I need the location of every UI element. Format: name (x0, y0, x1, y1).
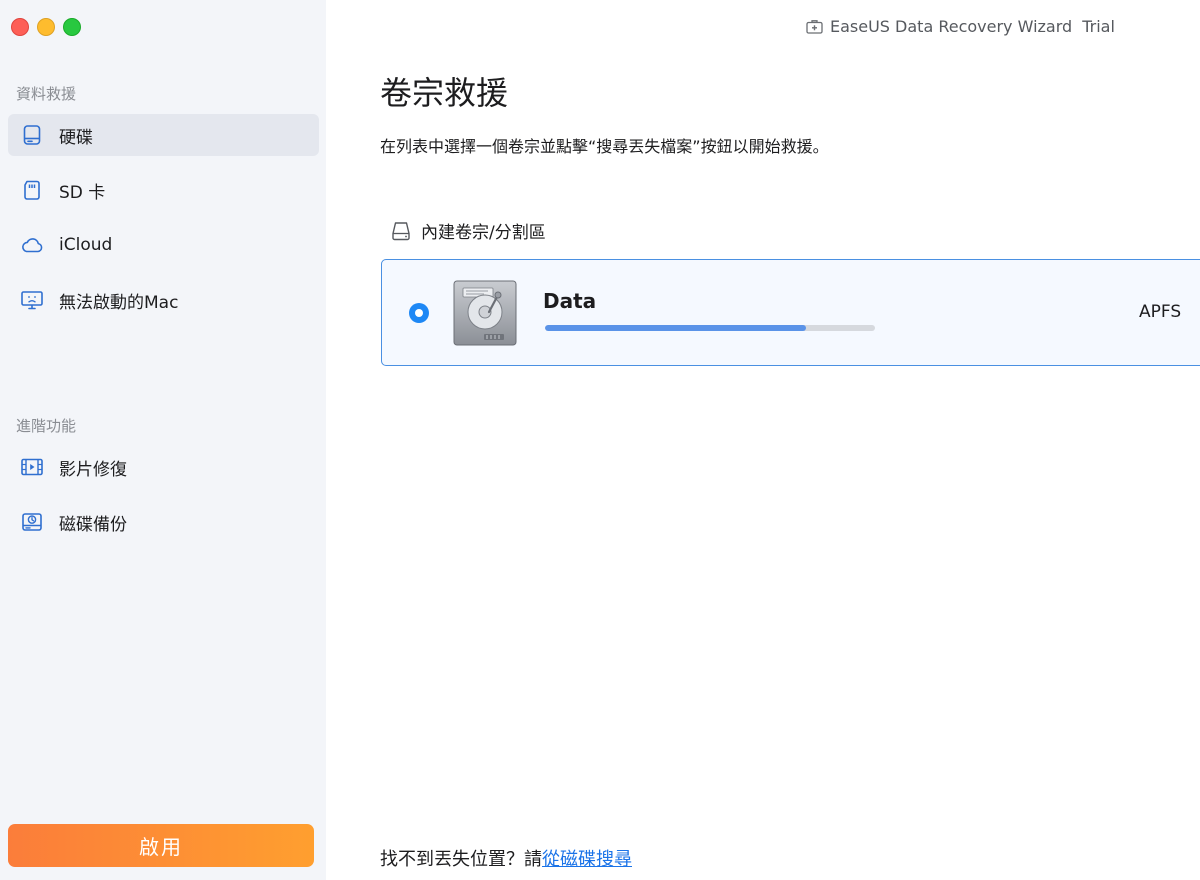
sidebar-item-video-repair[interactable]: 影片修復 (8, 446, 319, 488)
edition-label: Trial (1082, 17, 1115, 36)
close-window-button[interactable] (11, 18, 29, 36)
page-subtitle: 在列表中選擇一個卷宗並點擊“搜尋丟失檔案”按鈕以開始救援。 (380, 137, 829, 156)
sd-card-icon (20, 178, 44, 202)
first-aid-kit-icon (806, 19, 823, 34)
internal-disk-icon (452, 279, 518, 351)
sidebar-item-label: 硬碟 (59, 127, 93, 148)
search-from-disk-link[interactable]: 從磁碟搜尋 (542, 849, 632, 870)
sidebar-item-label: 影片修復 (59, 459, 127, 480)
app-name: EaseUS Data Recovery Wizard (830, 17, 1073, 36)
window-controls (11, 18, 81, 36)
section-title-advanced: 進階功能 (16, 417, 77, 435)
volume-name: Data (543, 289, 597, 313)
zoom-window-button[interactable] (63, 18, 81, 36)
sidebar-item-hard-drive[interactable]: 硬碟 (8, 114, 319, 156)
minimize-window-button[interactable] (37, 18, 55, 36)
video-repair-icon (20, 455, 44, 479)
volume-group-header: 內建卷宗/分割區 (390, 218, 546, 243)
sidebar-item-unbootable-mac[interactable]: 無法啟動的Mac (8, 279, 319, 321)
section-title-data-recovery: 資料救援 (16, 85, 77, 103)
cloud-icon (20, 233, 44, 257)
disk-backup-icon (20, 510, 44, 534)
sidebar-item-disk-backup[interactable]: 磁碟備份 (8, 501, 319, 543)
app-title: EaseUS Data Recovery Wizard Trial (806, 17, 1115, 36)
search-hint: 找不到丟失位置？請從磁碟搜尋 (380, 845, 632, 871)
sidebar-item-label: iCloud (59, 235, 113, 255)
sidebar-item-label: 磁碟備份 (59, 514, 127, 535)
search-hint-text: 找不到丟失位置？請 (380, 849, 542, 870)
sidebar-item-icloud[interactable]: iCloud (8, 224, 319, 266)
sidebar-item-label: 無法啟動的Mac (59, 292, 179, 313)
volume-filesystem: APFS (1139, 302, 1182, 322)
sidebar-item-label: SD 卡 (59, 182, 106, 203)
volume-usage-fill (545, 325, 806, 331)
volume-card-data[interactable]: Data APFS (381, 259, 1200, 366)
page-title: 卷宗救援 (380, 74, 509, 112)
volume-radio[interactable] (409, 303, 429, 323)
activate-button[interactable]: 啟用 (8, 824, 314, 867)
hard-drive-icon (20, 123, 44, 147)
volume-group-label: 內建卷宗/分割區 (421, 223, 546, 243)
unbootable-mac-icon (20, 288, 44, 312)
sidebar-item-sd-card[interactable]: SD 卡 (8, 169, 319, 211)
drive-icon (390, 220, 412, 242)
volume-usage-bar (545, 325, 875, 331)
sidebar: 資料救援 硬碟 SD 卡 iCloud 無法啟動的Mac 進階功能 影片修復 磁… (0, 0, 326, 880)
